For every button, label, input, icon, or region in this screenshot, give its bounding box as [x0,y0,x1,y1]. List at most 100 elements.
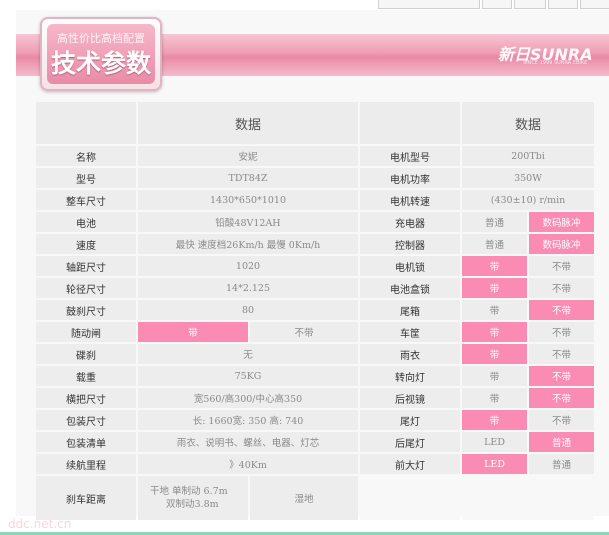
table-row: 包装尺寸 长: 1660宽: 350 高: 740 尾灯带不带 [36,410,595,430]
brake-dry-line2: 双制动3.8m [166,499,219,510]
table-row: 名称 安妮 电机型号 200Tbi [36,146,595,166]
spec-label-right: 后尾灯 [360,432,461,452]
spec-table: 数据 数据 名称 安妮 电机型号 200Tbi 型号 TDT84Z 电机功率 350W 整车尺寸… [34,100,596,522]
spec-value: 14*2.125 [138,278,359,298]
spec-value: TDT84Z [138,168,359,188]
spec-value: 铅酸48V12AH [138,212,359,232]
spec-value-right: 带 [462,256,528,276]
spec-label: 轴距尺寸 [36,256,136,276]
table-row: 续航里程 》40Km 前大灯 LED 普通 [36,454,595,474]
spec-value-right: 350W [462,168,595,188]
spec-label-right: 电机锁 [360,256,461,276]
spec-value: 1020 [138,256,359,276]
table-row: 鼓刹尺寸 80 尾箱带不带 [36,300,595,320]
spec-value-right-alt: 不带 [529,344,595,364]
badge-title: 技术参数 [50,49,151,78]
spec-value-right: LED [462,432,528,452]
header-blank [360,102,461,144]
spec-label-right: 雨衣 [360,344,461,364]
spec-value: 宽560/高300/中心高350 [138,388,359,408]
table-row: 轮径尺寸 14*2.125 电池盒锁带不带 [36,278,595,298]
spec-value-right: 普通 [462,234,528,254]
spec-value: 75KG [138,366,359,386]
spec-label: 续航里程 [36,454,136,474]
toolbar-button[interactable] [580,0,609,9]
spec-value-right-alt: 不带 [529,278,595,298]
spec-label-right: 控制器 [360,234,461,254]
spec-label: 包装清单 [36,432,136,452]
table-row: 载重 75KG 转向灯带不带 [36,366,595,386]
spec-value-right-alt: 普通 [529,432,595,452]
spec-label-right: 电池盒锁 [360,278,461,298]
toolbar-button[interactable] [514,0,546,9]
spec-value-right-alt: 数码脉冲 [529,212,595,232]
spec-value: 1430*650*1010 [138,190,359,210]
spec-value-right: (430±10) r/min [462,190,595,210]
spec-label-right: 后视镜 [360,388,461,408]
spec-value-right: 带 [462,366,528,386]
spec-label-right: 电机型号 [360,146,461,166]
spec-label: 载重 [36,366,136,386]
empty-cell [360,476,461,520]
spec-label: 型号 [36,168,136,188]
spec-value-right: 带 [462,322,528,342]
browser-toolbar-strip [0,0,609,10]
table-row: 刹车距离 干地 单制动 6.7m 双制动3.8m 湿地 [36,476,595,520]
spec-label-right: 前大灯 [360,454,461,474]
table-row: 整车尺寸 1430*650*1010 电机转速 (430±10) r/min [36,190,595,210]
spec-label: 速度 [36,234,136,254]
spec-value-right: 普通 [462,212,528,232]
spec-label: 横把尺寸 [36,388,136,408]
toolbar-button[interactable] [548,0,578,9]
spec-value-alt: 不带 [250,322,359,342]
spec-label: 电池 [36,212,136,232]
header-left-value: 数据 [138,102,359,144]
spec-value-right-alt: 不带 [529,388,595,408]
page-margin [0,0,16,510]
brake-dry-value: 干地 单制动 6.7m 双制动3.8m [138,476,248,520]
spec-label: 包装尺寸 [36,410,136,430]
spec-value-right: 200Tbi [462,146,595,166]
spec-value: 长: 1660宽: 350 高: 740 [138,410,359,430]
spec-label: 刹车距离 [36,476,136,520]
spec-label-right: 尾灯 [360,410,461,430]
spec-value-right-alt: 不带 [529,322,595,342]
table-row: 型号 TDT84Z 电机功率 350W [36,168,595,188]
spec-value: 安妮 [138,146,359,166]
brake-wet-value: 湿地 [250,476,359,520]
spec-label: 整车尺寸 [36,190,136,210]
spec-label: 鼓刹尺寸 [36,300,136,320]
toolbar-button[interactable] [378,0,480,9]
badge-background: 高性价比高档配置 技术参数 [47,24,155,84]
table-row: 随动闸带不带 车筐带不带 [36,322,595,342]
table-row: 速度 最快 速度档26Km/h 最慢 0Km/h 控制器 普通 数码脉冲 [36,234,595,254]
spec-value: 雨衣、说明书、螺丝、电器、灯芯 [138,432,359,452]
spec-value-right: 带 [462,388,528,408]
spec-label-right: 尾箱 [360,300,461,320]
spec-value-right-alt: 不带 [529,410,595,430]
title-badge: 高性价比高档配置 技术参数 [40,17,162,91]
header-blank [36,102,136,144]
spec-value: 无 [138,344,359,364]
spec-value-right-alt: 普通 [529,454,595,474]
spec-value-right-alt: 不带 [529,256,595,276]
watermark-text: ddc.net.cn [8,517,72,531]
table-row: 横把尺寸 宽560/高300/中心高350 后视镜带不带 [36,388,595,408]
spec-label: 名称 [36,146,136,166]
spec-label: 碟刹 [36,344,136,364]
spec-value: 最快 速度档26Km/h 最慢 0Km/h [138,234,359,254]
toolbar-button[interactable] [482,0,512,9]
spec-value-right: 带 [462,410,528,430]
spec-label: 随动闸 [36,322,136,342]
spec-value-right: 带 [462,344,528,364]
brand-tagline: SINCE 1999 SUNRA EBIKE [523,60,588,66]
header-right-value: 数据 [462,102,595,144]
spec-label-right: 充电器 [360,212,461,232]
spec-value-right: 带 [462,278,528,298]
spec-value-right: 带 [462,300,528,320]
table-row: 包装清单 雨衣、说明书、螺丝、电器、灯芯 后尾灯 LED 普通 [36,432,595,452]
brake-dry-line1: 干地 单制动 6.7m [150,486,228,497]
table-row: 电池 铅酸48V12AH 充电器 普通 数码脉冲 [36,212,595,232]
spec-label-right: 电机功率 [360,168,461,188]
spec-label: 轮径尺寸 [36,278,136,298]
